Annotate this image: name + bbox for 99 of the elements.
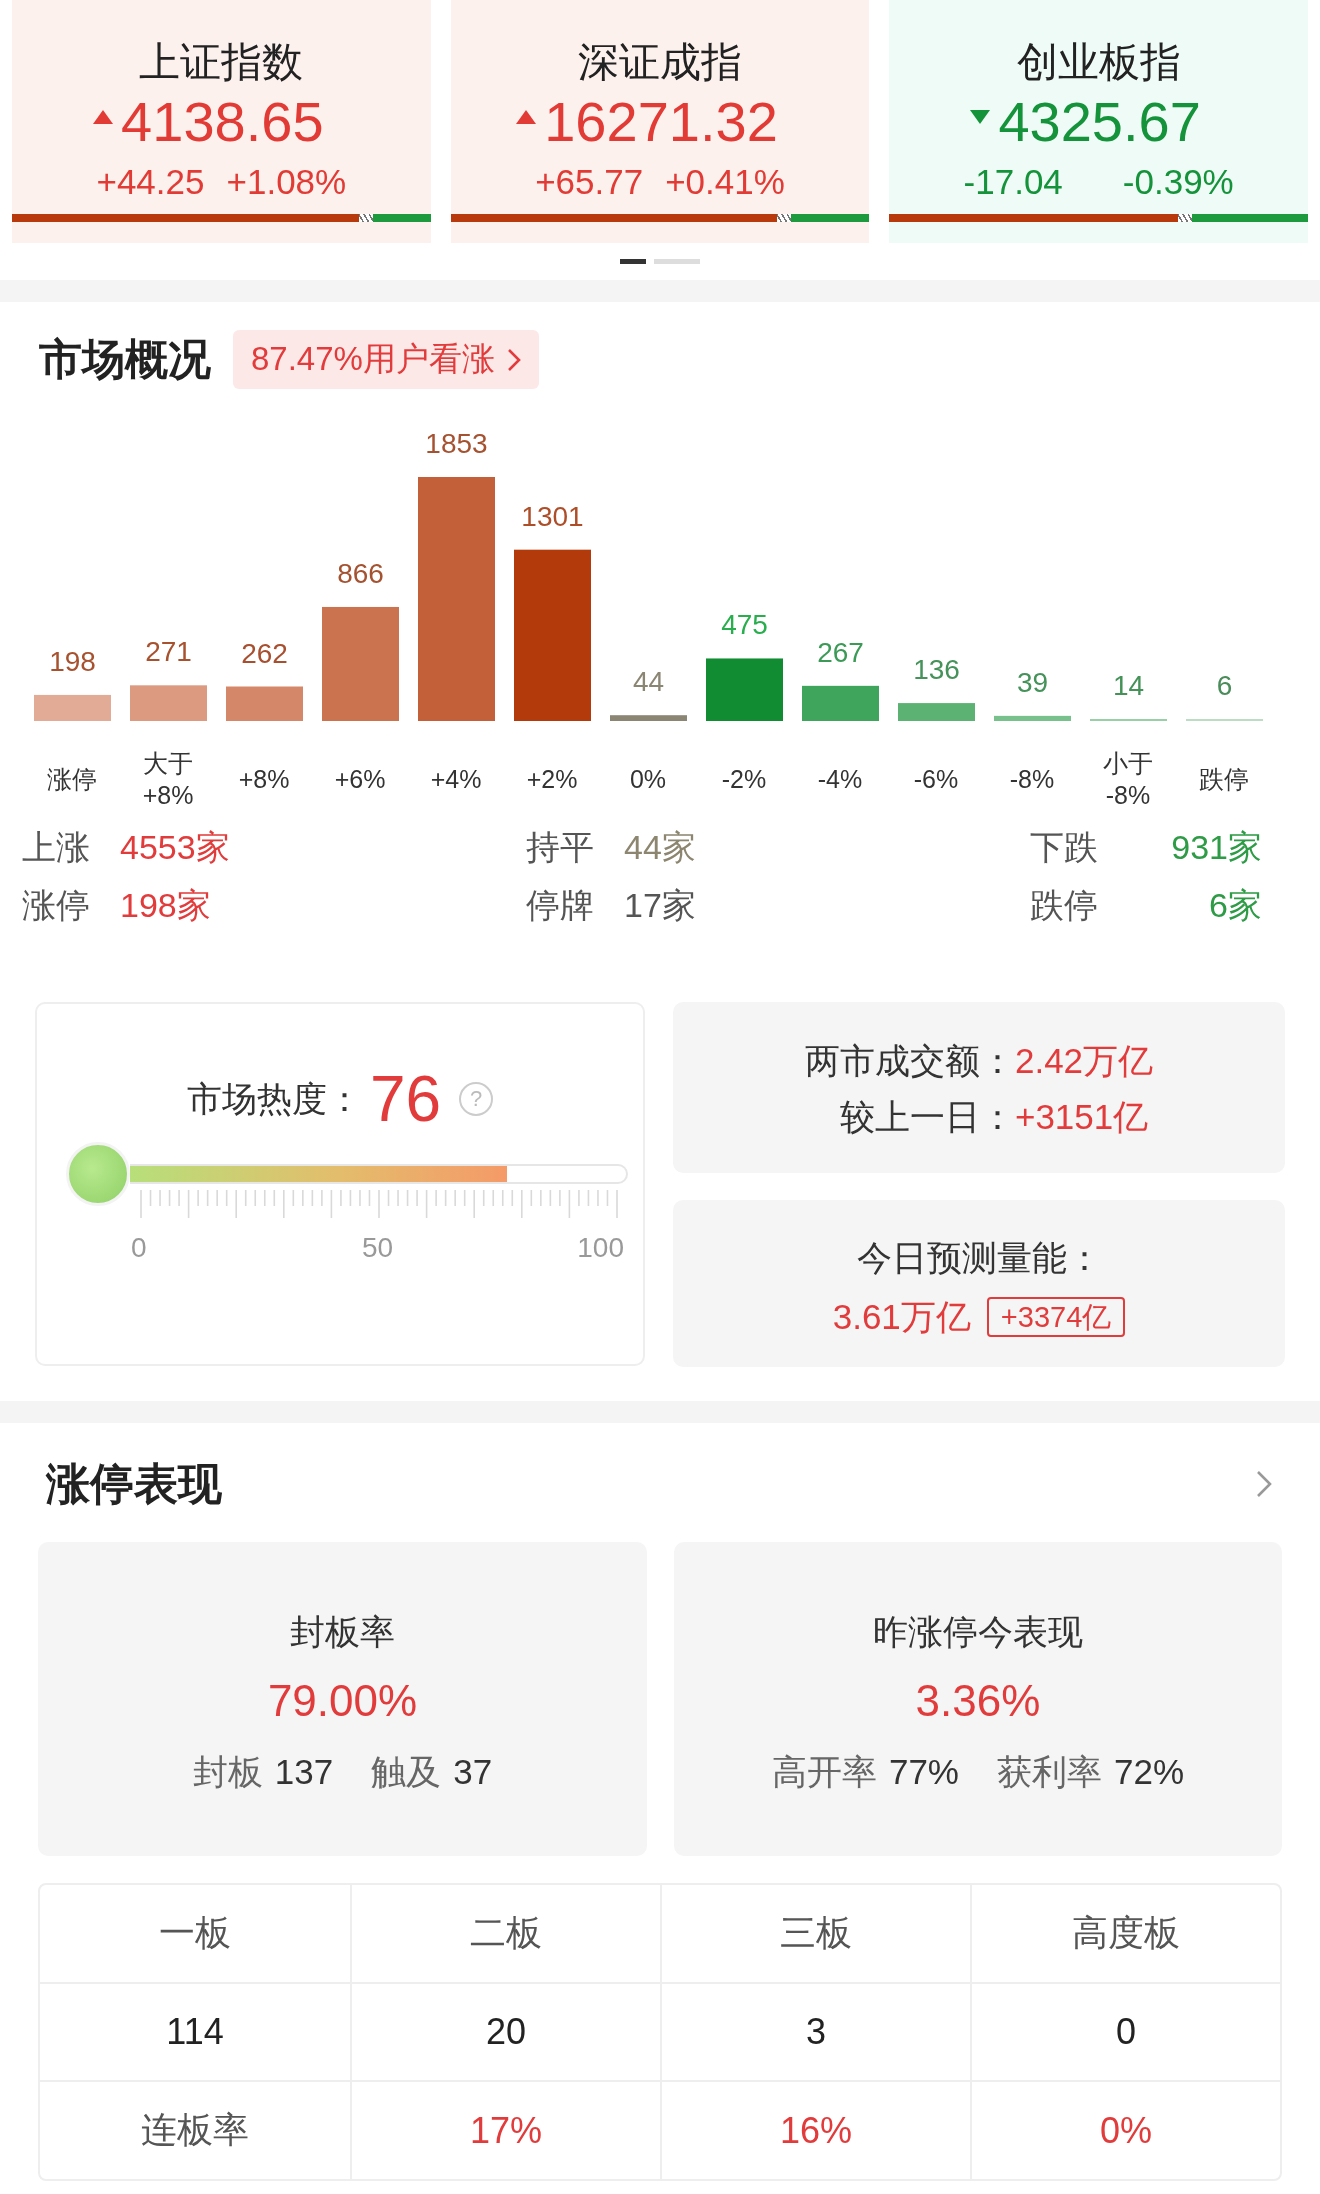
turnover-value: 2.42万亿 — [1014, 1040, 1154, 1082]
diagonal-stripes-icon — [777, 214, 792, 222]
forecast-label: 今日预测量能： — [856, 1237, 1102, 1279]
index-value: 4325.67 — [998, 90, 1201, 154]
table-header-cell: 三板 — [660, 1885, 970, 1982]
bar-value-label: 14 — [1112, 670, 1145, 701]
index-card[interactable]: 深证成指 16271.32 +65.77 +0.41% — [450, 0, 870, 243]
stat-value: 4553家 — [120, 827, 230, 868]
card-title: 昨涨停今表现 — [873, 1611, 1083, 1653]
bar-value-label: 198 — [49, 645, 96, 677]
change-percent: -0.39% — [1122, 161, 1234, 203]
section-title: 涨停表现 — [46, 1458, 222, 1510]
stat-label: 触及 — [371, 1751, 442, 1793]
scale-label: 50 — [360, 1231, 395, 1265]
bar-value-label: 262 — [241, 637, 288, 669]
table-cell: 16% — [660, 2082, 970, 2179]
bar-value-label: 866 — [337, 557, 384, 589]
scale-label: 0 — [131, 1231, 148, 1265]
stat-value: 137 — [274, 1751, 334, 1793]
change-percent: +0.41% — [665, 161, 785, 203]
category-label: 涨停 — [46, 764, 98, 795]
category-label: 跌停 — [1198, 764, 1250, 795]
index-name: 上证指数 — [139, 38, 304, 86]
bar-value-label: 6 — [1216, 670, 1233, 701]
table-cell-text: 连板率 — [140, 2108, 250, 2153]
stat-value: 6家 — [1209, 885, 1262, 926]
heat-label: 市场热度： — [186, 1077, 362, 1120]
table-cell: 20 — [350, 1983, 660, 2081]
category-label: -8% — [1008, 764, 1056, 795]
stat-label: 封板 — [192, 1751, 263, 1793]
category-label: 0% — [628, 764, 668, 795]
stat-label: 持平 — [526, 827, 595, 868]
bar-value-label: 39 — [1016, 666, 1049, 698]
category-label: +6% — [333, 764, 387, 795]
stat-label: 停牌 — [526, 885, 595, 926]
stat-label: 涨停 — [22, 885, 91, 926]
chevron-right-icon — [506, 347, 521, 372]
change-value: +44.25 — [96, 161, 205, 203]
category-label: +8% — [237, 764, 291, 795]
bar-value-label: 267 — [817, 636, 864, 668]
table-cell: 3 — [660, 1983, 970, 2081]
category-label: -4% — [816, 764, 864, 795]
sentiment-button[interactable]: 87.47%用户看涨 — [233, 330, 539, 389]
category-label: -6% — [912, 764, 960, 795]
table-cell: 0 — [970, 1983, 1280, 2081]
category-label: +4% — [429, 764, 483, 795]
card-value: 79.00% — [267, 1675, 418, 1727]
index-card[interactable]: 上证指数 4138.65 +44.25 +1.08% — [12, 0, 431, 243]
table-cell: 17% — [350, 2082, 660, 2179]
stat-label: 下跌 — [1030, 827, 1099, 868]
index-name: 创业板指 — [1016, 38, 1181, 86]
stat-value: 198家 — [120, 885, 211, 926]
stat-value: 17家 — [624, 885, 696, 926]
stat-label: 上涨 — [22, 827, 91, 868]
stat-label: 高开率 — [771, 1751, 877, 1793]
chevron-right-icon[interactable] — [1256, 1470, 1272, 1498]
change-value: -17.04 — [963, 161, 1063, 203]
bar-value-label: 1853 — [425, 428, 488, 459]
stat-value: 77% — [888, 1751, 959, 1793]
page-indicator[interactable] — [620, 259, 646, 264]
stat-value: 72% — [1114, 1751, 1185, 1793]
turnover-label: 两市成交额： — [804, 1040, 1015, 1082]
delta-tag: +3374亿 — [986, 1297, 1126, 1337]
table-header-cell-text: 一板 — [158, 1910, 232, 1955]
category-label: -2% — [720, 764, 768, 795]
category-label: +2% — [525, 764, 579, 795]
card-title: 封板率 — [290, 1611, 395, 1653]
index-value: 4138.65 — [121, 90, 324, 154]
category-label: 小于 -8% — [1102, 748, 1154, 811]
scale-label: 100 — [576, 1231, 624, 1265]
table-cell: 0% — [970, 2082, 1280, 2179]
forecast-value: 3.61万亿 — [832, 1295, 971, 1338]
table-cell-text: 114 — [165, 2010, 225, 2054]
heat-value: 76 — [369, 1064, 442, 1134]
index-name: 深证成指 — [578, 38, 742, 86]
card-value: 3.36% — [915, 1675, 1041, 1727]
change-value: +65.77 — [535, 161, 644, 203]
index-value: 16271.32 — [544, 90, 778, 154]
diagonal-stripes-icon — [1178, 214, 1193, 222]
stat-label: 获利率 — [997, 1751, 1102, 1793]
turnover-value: +3151亿 — [1014, 1096, 1150, 1138]
bar-value-label: 44 — [632, 666, 665, 698]
bar-value-label: 1301 — [521, 500, 584, 532]
category-label: 大于 +8% — [141, 748, 195, 811]
table-header-cell: 高度板 — [970, 1885, 1280, 1982]
stat-value: 931家 — [1171, 827, 1262, 868]
change-percent: +1.08% — [226, 161, 347, 203]
diagonal-stripes-icon — [359, 214, 374, 222]
stat-value: 37 — [453, 1751, 493, 1793]
stat-value: 44家 — [624, 827, 696, 868]
page-indicator[interactable] — [654, 259, 700, 264]
bar-value-label: 475 — [721, 609, 768, 641]
turnover-label: 较上一日： — [838, 1096, 1015, 1138]
table-header-cell: 二板 — [350, 1885, 660, 1982]
stat-label: 跌停 — [1030, 885, 1099, 926]
index-card[interactable]: 创业板指 4325.67 -17.04 -0.39% — [889, 0, 1308, 243]
bar-value-label: 271 — [145, 636, 192, 668]
section-title: 市场概况 — [39, 334, 211, 385]
bar-value-label: 136 — [913, 654, 960, 686]
